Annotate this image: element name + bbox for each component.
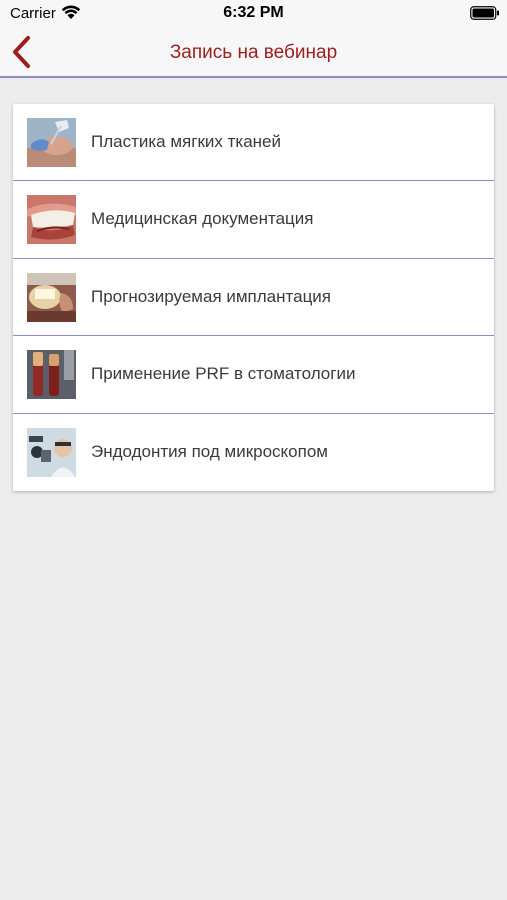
list-item-microscope-endodontics[interactable]: Эндодонтия под микроскопом <box>13 414 494 491</box>
webinar-list: Пластика мягких тканей Медицинская докум… <box>13 104 494 491</box>
list-item-medical-documentation[interactable]: Медицинская документация <box>13 181 494 259</box>
list-item-label: Пластика мягких тканей <box>91 132 282 151</box>
smile-teeth-thumbnail <box>27 195 76 245</box>
clock: 6:32 PM <box>223 4 284 21</box>
list-item-label: Медицинская документация <box>91 209 314 229</box>
status-bar: Carrier 6:32 PM <box>0 0 507 28</box>
list-item-predictable-implantation[interactable]: Прогнозируемая имплантация <box>13 259 494 337</box>
microscope-doctor-thumbnail <box>27 427 76 477</box>
battery-icon <box>470 6 499 20</box>
list-item-label: Прогнозируемая имплантация <box>91 286 332 306</box>
soft-tissue-surgery-thumbnail <box>27 118 76 167</box>
list-item-prf-in-dentistry[interactable]: Применение PRF в стоматологии <box>13 336 494 414</box>
navigation-bar: Запись на вебинар <box>0 28 507 78</box>
page-title: Запись на вебинар <box>169 42 338 63</box>
list-item-label: Применение PRF в стоматологии <box>91 364 356 384</box>
blood-tubes-thumbnail <box>27 350 76 400</box>
list-item-soft-tissue-plastics[interactable]: Пластика мягких тканей <box>13 104 494 182</box>
list-item-label: Эндодонтия под микроскопом <box>91 441 328 461</box>
implant-model-thumbnail <box>27 272 76 322</box>
